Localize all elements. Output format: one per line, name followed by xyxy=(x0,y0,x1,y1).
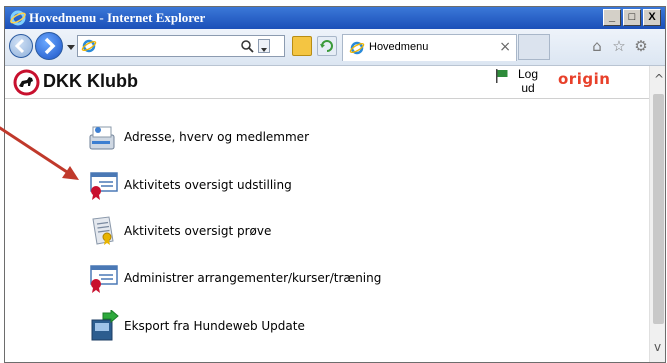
menu-item-aktivitets-prove[interactable]: Aktivitets oversigt prøve xyxy=(87,215,271,247)
logout-flag-icon[interactable] xyxy=(495,69,509,83)
refresh-button[interactable] xyxy=(317,36,337,56)
tab-close-icon[interactable]: × xyxy=(499,39,511,55)
app-header: DKK Klubb Log ud origin xyxy=(5,66,649,99)
tab-hovedmenu[interactable]: Hovedmenu × xyxy=(342,34,517,61)
address-dropdown-button[interactable] xyxy=(258,39,270,53)
certificate-icon xyxy=(90,265,118,293)
forward-button[interactable] xyxy=(35,32,63,60)
dkk-logo xyxy=(13,69,40,96)
title-bar: Hovedmenu - Internet Explorer _ □ X xyxy=(5,7,665,29)
app-title: DKK Klubb xyxy=(43,71,138,91)
maximize-button[interactable]: □ xyxy=(623,9,641,26)
menu-item-administrer-arrangementer[interactable]: Administrer arrangementer/kurser/træning xyxy=(87,262,381,294)
page-content: DKK Klubb Log ud origin Adresse, hverv o… xyxy=(5,66,649,362)
gear-icon[interactable]: ⚙ xyxy=(633,37,649,55)
menu-item-aktivitets-udstilling[interactable]: Aktivitets oversigt udstilling xyxy=(87,169,292,201)
scroll-up-icon[interactable]: ^ xyxy=(654,72,664,86)
lock-icon[interactable] xyxy=(292,36,312,56)
menu-item-adresse[interactable]: Adresse, hverv og medlemmer xyxy=(87,121,309,153)
menu-item-label: Aktivitets oversigt prøve xyxy=(124,224,272,238)
menu-item-label: Adresse, hverv og medlemmer xyxy=(124,130,309,144)
window-title: Hovedmenu - Internet Explorer xyxy=(29,10,206,25)
document-award-icon xyxy=(92,216,114,245)
menu-item-label: Eksport fra Hundeweb Update xyxy=(124,319,305,333)
favorites-star-icon[interactable]: ☆ xyxy=(611,37,627,55)
minimize-button[interactable]: _ xyxy=(603,9,621,26)
back-arrow-icon xyxy=(14,38,25,54)
tab-label: Hovedmenu xyxy=(369,41,429,53)
address-book-icon xyxy=(89,126,115,150)
close-button[interactable]: X xyxy=(643,9,661,26)
origin-logo: origin xyxy=(558,70,611,88)
page-ie-icon xyxy=(81,39,97,53)
history-dropdown-icon[interactable] xyxy=(67,43,75,51)
logout-link[interactable]: Log ud xyxy=(513,67,543,95)
new-tab-button[interactable] xyxy=(518,34,550,60)
scrollbar-thumb[interactable] xyxy=(653,94,664,324)
chevron-down-icon xyxy=(261,48,267,52)
refresh-icon xyxy=(320,40,333,52)
certificate-icon xyxy=(90,172,118,200)
back-button[interactable] xyxy=(9,34,33,58)
ie-icon xyxy=(10,10,26,26)
navigation-bar: Hovedmenu × ⌂ ☆ ⚙ xyxy=(5,29,665,66)
scroll-down-icon[interactable]: v xyxy=(654,340,661,354)
menu-item-eksport[interactable]: Eksport fra Hundeweb Update xyxy=(87,310,305,342)
tab-ie-icon xyxy=(349,41,365,55)
forward-arrow-icon xyxy=(44,37,56,55)
menu-item-label: Aktivitets oversigt udstilling xyxy=(124,178,292,192)
search-icon[interactable] xyxy=(240,39,254,53)
browser-window: Hovedmenu - Internet Explorer _ □ X Hove… xyxy=(4,6,666,363)
export-icon xyxy=(91,310,119,341)
vertical-scrollbar[interactable]: ^ v xyxy=(649,66,665,362)
address-bar[interactable] xyxy=(77,35,285,57)
menu-item-label: Administrer arrangementer/kurser/træning xyxy=(124,271,382,285)
home-icon[interactable]: ⌂ xyxy=(589,37,605,55)
